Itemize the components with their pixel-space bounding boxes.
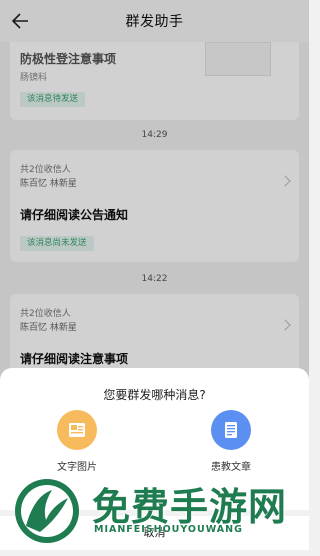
watermark-emblem-icon [15,479,79,543]
watermark-subtext: MIANFEISHOUYOUWANG [94,524,243,535]
option-label: 患教文章 [211,462,251,473]
option-image-text[interactable]: 文字图片 [32,410,122,482]
watermark-text: 免费手游网 [92,485,288,529]
document-icon [211,410,251,450]
sheet-title: 您要群发哪种消息? [103,388,206,402]
option-label: 文字图片 [57,462,97,473]
option-article[interactable]: 患教文章 [186,410,276,482]
image-text-icon [57,410,97,450]
watermark-logo: 免费手游网 MIANFEISHOUYOUWANG [12,476,302,546]
